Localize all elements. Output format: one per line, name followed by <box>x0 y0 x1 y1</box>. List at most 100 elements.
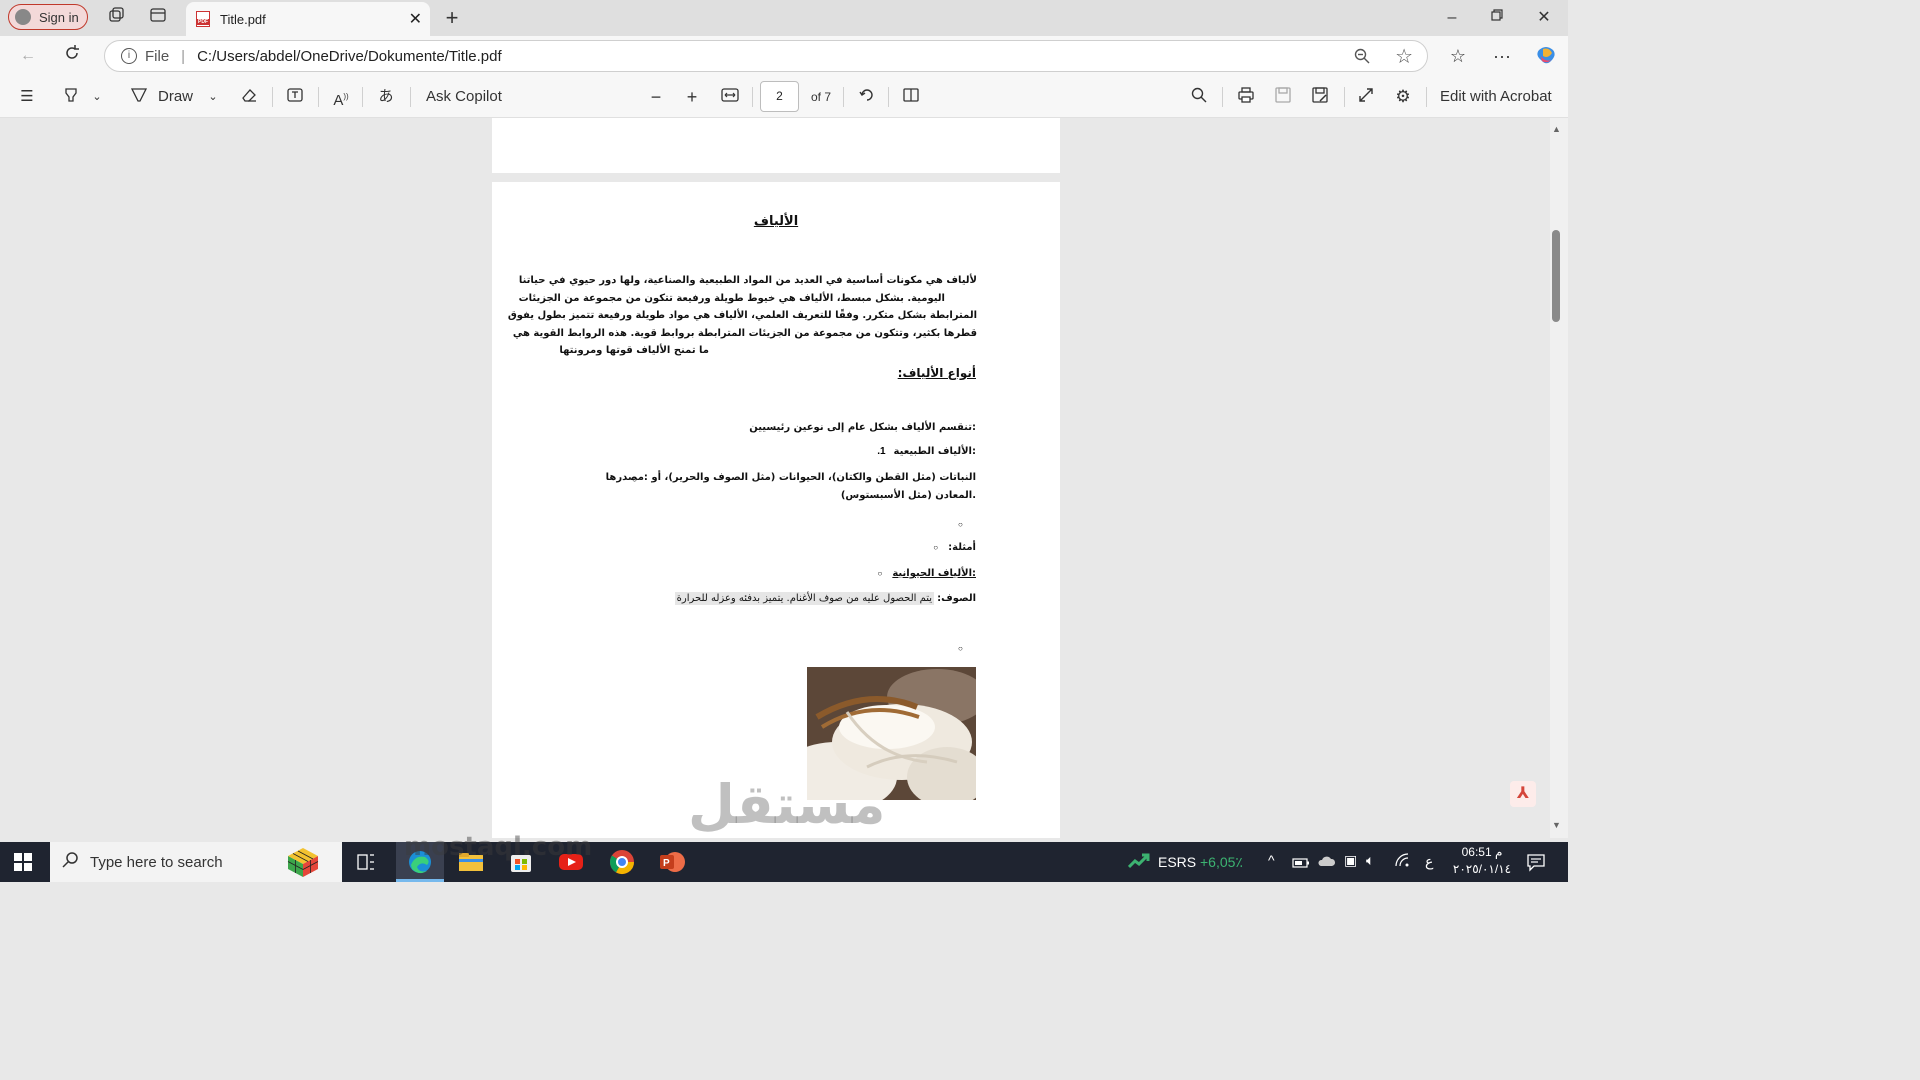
minimize-icon[interactable]: – <box>1440 6 1464 30</box>
powerpoint-icon[interactable]: P <box>656 846 688 878</box>
youtube-icon[interactable] <box>555 846 587 878</box>
scroll-up-arrow-icon[interactable]: ▲ <box>1552 124 1561 134</box>
draw-pen-icon[interactable] <box>128 86 150 108</box>
workspaces-icon[interactable] <box>104 6 128 30</box>
ask-copilot-button[interactable]: Ask Copilot <box>426 86 516 108</box>
address-url[interactable]: C:/Users/abdel/OneDrive/Dokumente/Title.… <box>197 48 502 65</box>
intro-line: قطرها بكثير، وتتكون من مجموعة من الجزيئا… <box>512 327 977 339</box>
intro-line: اليومية. بشكل مبسط، الألياف هي خيوط طويل… <box>518 292 945 304</box>
stock-change[interactable]: +6,05٪ <box>1200 854 1243 871</box>
print-icon[interactable] <box>1235 86 1257 108</box>
types-heading: أنواع الألياف: <box>897 366 976 380</box>
close-tab-icon[interactable]: ✕ <box>409 9 422 29</box>
windows-start-icon[interactable] <box>14 853 32 876</box>
scrollbar-thumb[interactable] <box>1552 230 1560 322</box>
fullscreen-icon[interactable] <box>1355 86 1377 108</box>
fit-to-width-icon[interactable] <box>718 86 742 108</box>
toolbar-divider <box>272 87 273 107</box>
pdf-toolbar: ☰ ⌄ Draw ⌄ A)) あ Ask Copilot − + 2 of 7 <box>0 76 1568 118</box>
onedrive-cloud-icon[interactable] <box>1316 854 1336 873</box>
bullet-circle: ○ <box>632 474 638 484</box>
input-language[interactable]: ع <box>1425 853 1433 870</box>
sources-line: النباتات (مثل القطن والكتان)، الحيوانات … <box>605 472 976 483</box>
more-options-icon[interactable]: ··· <box>1490 44 1514 68</box>
page-number-input[interactable]: 2 <box>760 81 799 112</box>
task-view-icon[interactable] <box>356 852 376 877</box>
bullet-circle: ○ <box>933 543 939 552</box>
toolbar-divider <box>362 87 363 107</box>
translate-icon[interactable]: あ <box>374 86 398 108</box>
restore-icon[interactable] <box>1485 6 1509 30</box>
toolbar-divider <box>1222 87 1223 107</box>
settings-gear-icon[interactable]: ⚙ <box>1392 86 1414 108</box>
rotate-icon[interactable] <box>856 86 878 108</box>
address-bar[interactable]: i File | C:/Users/abdel/OneDrive/Dokumen… <box>104 40 1428 72</box>
stock-label[interactable]: ESRS <box>1158 854 1196 870</box>
zoom-out-icon[interactable]: − <box>646 86 666 108</box>
vertical-scrollbar[interactable]: ▲ ▼ <box>1550 118 1568 838</box>
favorite-star-icon[interactable]: ☆ <box>1395 44 1413 69</box>
clock[interactable]: 06:51 م ٢٠٢٥/٠١/١٤ <box>1452 844 1512 878</box>
page-view-icon[interactable] <box>900 86 922 108</box>
watermark-arabic: مستقل <box>688 773 886 836</box>
tab-actions-icon[interactable] <box>146 6 170 30</box>
show-hidden-icons-chevron-icon[interactable]: ^ <box>1268 852 1275 868</box>
svg-text:P: P <box>663 858 670 869</box>
sources-line: .المعادن (مثل الأسبستوس) <box>840 490 976 501</box>
toolbar-divider <box>318 87 319 107</box>
back-arrow-icon[interactable]: ← <box>16 44 40 68</box>
zoom-in-icon[interactable]: + <box>682 86 702 108</box>
search-placeholder: Type here to search <box>90 853 223 871</box>
natural-fibers-item: :الألياف الطبيعية .1 <box>877 446 976 457</box>
title-bar: Sign in Title.pdf ✕ + – ✕ <box>0 0 1568 36</box>
toolbar-divider <box>888 87 889 107</box>
toolbar-divider <box>752 87 753 107</box>
highlight-icon[interactable] <box>60 86 82 108</box>
refresh-icon[interactable] <box>60 44 84 68</box>
acrobat-icon[interactable]: ⅄ <box>1510 781 1536 807</box>
search-icon <box>62 851 80 873</box>
toolbar-divider <box>410 87 411 107</box>
wifi-icon[interactable] <box>1394 852 1410 873</box>
copilot-icon[interactable] <box>1534 44 1558 68</box>
pdf-viewer[interactable]: الألياف لألياف هي مكونات أساسية في العدي… <box>0 118 1550 838</box>
save-icon[interactable] <box>1272 86 1294 108</box>
wool-text: يتم الحصول عليه من صوف الأغنام. يتميز بد… <box>674 592 935 605</box>
scroll-down-arrow-icon[interactable]: ▼ <box>1552 820 1561 830</box>
toolbar-divider <box>843 87 844 107</box>
text-box-icon[interactable] <box>284 86 306 108</box>
sign-in-button[interactable]: Sign in <box>8 4 88 30</box>
info-icon[interactable]: i <box>121 48 137 64</box>
new-tab-icon[interactable]: + <box>440 6 464 30</box>
camera-icon[interactable]: ▣ <box>1344 852 1357 869</box>
file-explorer-icon[interactable] <box>455 846 487 878</box>
toolbar-divider <box>1426 87 1427 107</box>
close-window-icon[interactable]: ✕ <box>1532 6 1556 30</box>
read-aloud-icon[interactable]: A)) <box>330 86 352 109</box>
profile-icon <box>15 9 31 25</box>
eraser-icon[interactable] <box>238 86 260 108</box>
save-as-icon[interactable] <box>1309 86 1331 108</box>
microsoft-store-icon[interactable] <box>505 846 537 878</box>
find-search-icon[interactable] <box>1188 86 1210 108</box>
taskbar-search-box[interactable]: Type here to search <box>50 842 342 882</box>
volume-icon[interactable]: 🔈︎ <box>1366 852 1374 869</box>
draw-button[interactable]: Draw <box>158 86 198 108</box>
edit-with-acrobat-button[interactable]: Edit with Acrobat <box>1440 86 1554 108</box>
edge-taskbar-button[interactable] <box>396 842 444 882</box>
taskbar: Type here to search P mostaql.com ESRS +… <box>0 832 1568 882</box>
battery-icon[interactable] <box>1292 856 1310 874</box>
tab-title-pdf[interactable]: Title.pdf ✕ <box>186 2 430 36</box>
previous-page <box>492 118 1060 173</box>
list-number: .1 <box>877 446 886 457</box>
intro-paragraph: لألياف هي مكونات أساسية في العديد من الم… <box>508 272 977 360</box>
chrome-icon[interactable] <box>606 846 638 878</box>
highlight-chevron-down-icon[interactable]: ⌄ <box>88 86 106 108</box>
contents-list-icon[interactable]: ☰ <box>16 86 38 108</box>
page-total: of 7 <box>810 90 831 104</box>
zoom-icon[interactable] <box>1353 47 1371 70</box>
examples-label: أمثلة: <box>948 542 976 553</box>
notifications-icon[interactable] <box>1526 852 1546 877</box>
draw-chevron-down-icon[interactable]: ⌄ <box>204 86 222 108</box>
favorites-icon[interactable]: ☆ <box>1446 44 1470 68</box>
